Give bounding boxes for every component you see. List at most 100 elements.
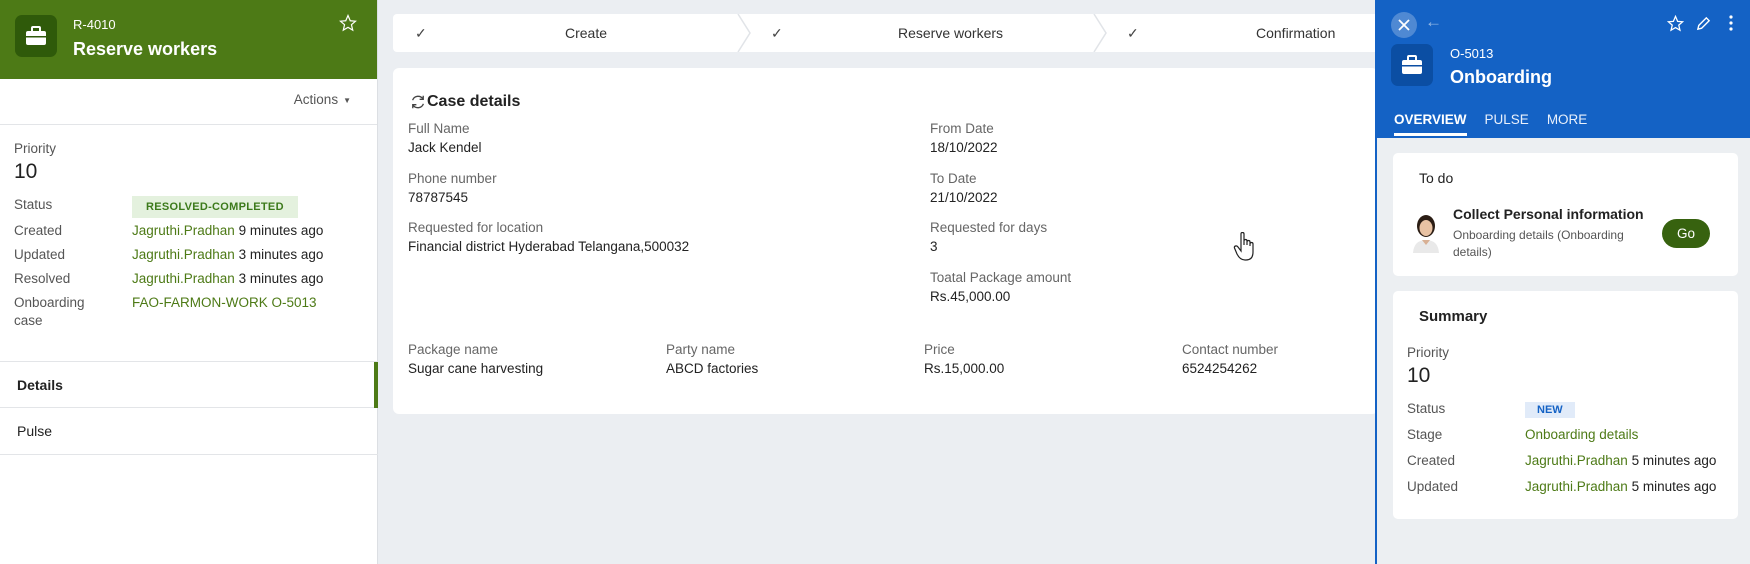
check-icon: ✓ — [415, 25, 427, 41]
star-icon[interactable] — [337, 12, 359, 34]
nav-pulse-label: Pulse — [17, 423, 53, 439]
field-label: To Date — [930, 171, 977, 186]
price-field: Price Rs.15,000.00 — [924, 342, 1004, 376]
field-label: Price — [924, 342, 955, 357]
priority-label: Priority — [1407, 345, 1450, 360]
chevron-separator-icon — [1093, 14, 1107, 52]
field-value: 3 — [930, 239, 938, 254]
updated-label: Updated — [14, 247, 66, 262]
briefcase-icon — [1391, 44, 1433, 86]
chevron-separator-icon — [737, 14, 751, 52]
case-header: R-4010 Reserve workers — [0, 0, 377, 79]
created-value: Jagruthi.Pradhan 9 minutes ago — [132, 222, 323, 240]
preview-panel: ← O-5013 Onboarding OVERVIEW PULSE MORE … — [1375, 0, 1750, 564]
field-label: From Date — [930, 121, 994, 136]
refresh-icon[interactable] — [409, 93, 427, 111]
status-label: Status — [1407, 401, 1446, 416]
stage-value[interactable]: Onboarding details — [1525, 427, 1638, 442]
briefcase-icon — [15, 15, 57, 57]
step-label: Create — [565, 25, 608, 41]
field-label: Full Name — [408, 121, 470, 136]
updated-time: 3 minutes ago — [238, 247, 324, 262]
field-value: 6524254262 — [1182, 361, 1258, 376]
todo-title: To do — [1419, 170, 1454, 186]
left-case-panel: R-4010 Reserve workers Actions ▼ Priority… — [0, 0, 378, 564]
field-value: Sugar cane harvesting — [408, 361, 544, 376]
updated-value: Jagruthi.Pradhan 5 minutes ago — [1525, 479, 1716, 494]
summary-card: Summary Priority 10 Status NEW Stage Onb… — [1393, 291, 1738, 519]
phone-field: Phone number 78787545 — [408, 171, 497, 205]
updated-user-link[interactable]: Jagruthi.Pradhan — [1525, 479, 1628, 494]
go-button[interactable]: Go — [1662, 219, 1710, 248]
created-user-link[interactable]: Jagruthi.Pradhan — [1525, 453, 1628, 468]
field-value: ABCD factories — [666, 361, 759, 376]
onboarding-case-link[interactable]: FAO-FARMON-WORK O-5013 — [132, 294, 317, 312]
case-title: Reserve workers — [73, 39, 218, 59]
total-package-field: Toatal Package amount Rs.45,000.00 — [930, 270, 1071, 304]
requested-days-field: Requested for days 3 — [930, 220, 1047, 254]
field-label: Requested for days — [930, 220, 1048, 235]
status-badge: NEW — [1525, 402, 1575, 418]
to-date-field: To Date 21/10/2022 — [930, 171, 998, 205]
tab-pulse[interactable]: PULSE — [1485, 112, 1529, 136]
full-name-field: Full Name Jack Kendel — [408, 121, 482, 155]
field-value: 21/10/2022 — [930, 190, 998, 205]
preview-tabs: OVERVIEW PULSE MORE — [1394, 112, 1605, 136]
field-value: 78787545 — [408, 190, 469, 205]
field-label: Package name — [408, 342, 499, 357]
field-label: Party name — [666, 342, 736, 357]
updated-label: Updated — [1407, 479, 1459, 494]
party-name-field: Party name ABCD factories — [666, 342, 758, 376]
contact-number-field: Contact number 6524254262 — [1182, 342, 1278, 376]
back-arrow-icon[interactable]: ← — [1425, 12, 1442, 32]
field-value: Financial district Hyderabad Telangana,5… — [408, 239, 690, 254]
check-icon: ✓ — [771, 25, 783, 41]
check-icon: ✓ — [1127, 25, 1139, 41]
step-create: ✓ Create — [415, 14, 735, 52]
more-vertical-icon[interactable] — [1722, 14, 1740, 32]
divider — [0, 124, 377, 125]
nav-details-label: Details — [17, 377, 63, 393]
step-confirmation: ✓ Confirmation — [1127, 14, 1377, 52]
status-value: NEW — [1525, 401, 1575, 418]
nav-pulse-tab[interactable]: Pulse — [0, 408, 378, 455]
package-name-field: Package name Sugar cane harvesting — [408, 342, 543, 376]
created-user-link[interactable]: Jagruthi.Pradhan — [132, 223, 235, 238]
case-id: R-4010 — [73, 17, 116, 32]
step-label: Reserve workers — [898, 25, 1004, 41]
updated-time: 5 minutes ago — [1631, 479, 1717, 494]
onboarding-case-label: Onboarding case — [14, 295, 85, 328]
preview-case-title: Onboarding — [1450, 67, 1552, 87]
resolved-label: Resolved — [14, 271, 71, 286]
case-details-title: Case details — [427, 93, 521, 110]
actions-menu-button[interactable]: Actions ▼ — [294, 92, 351, 107]
location-field: Requested for location Financial distric… — [408, 220, 689, 254]
star-icon[interactable] — [1666, 14, 1684, 32]
avatar — [1413, 215, 1439, 253]
hand-cursor-icon — [1233, 232, 1254, 261]
resolved-user-link[interactable]: Jagruthi.Pradhan — [132, 271, 235, 286]
summary-title: Summary — [1419, 308, 1488, 325]
field-label: Toatal Package amount — [930, 270, 1072, 285]
updated-value: Jagruthi.Pradhan 3 minutes ago — [132, 246, 323, 264]
created-label: Created — [14, 223, 63, 238]
resolved-value: Jagruthi.Pradhan 3 minutes ago — [132, 270, 323, 288]
edit-pencil-icon[interactable] — [1694, 14, 1712, 32]
created-time: 9 minutes ago — [238, 223, 324, 238]
active-indicator — [374, 362, 378, 408]
preview-case-id: O-5013 — [1450, 46, 1494, 61]
priority-value: 10 — [1407, 364, 1431, 387]
field-value: Rs.45,000.00 — [930, 289, 1011, 304]
nav-details-tab[interactable]: Details — [0, 361, 378, 408]
case-details-card: Case details Full Name Jack Kendel Phone… — [393, 68, 1378, 414]
tab-overview[interactable]: OVERVIEW — [1394, 112, 1467, 136]
step-reserve-workers: ✓ Reserve workers — [771, 14, 1091, 52]
field-value: 18/10/2022 — [930, 140, 998, 155]
status-label: Status — [14, 197, 53, 212]
todo-task-title[interactable]: Collect Personal information — [1453, 206, 1644, 222]
close-icon[interactable] — [1391, 12, 1417, 38]
field-value: Rs.15,000.00 — [924, 361, 1005, 376]
tab-more[interactable]: MORE — [1547, 112, 1588, 136]
updated-user-link[interactable]: Jagruthi.Pradhan — [132, 247, 235, 262]
status-badge: RESOLVED-COMPLETED — [132, 196, 298, 218]
